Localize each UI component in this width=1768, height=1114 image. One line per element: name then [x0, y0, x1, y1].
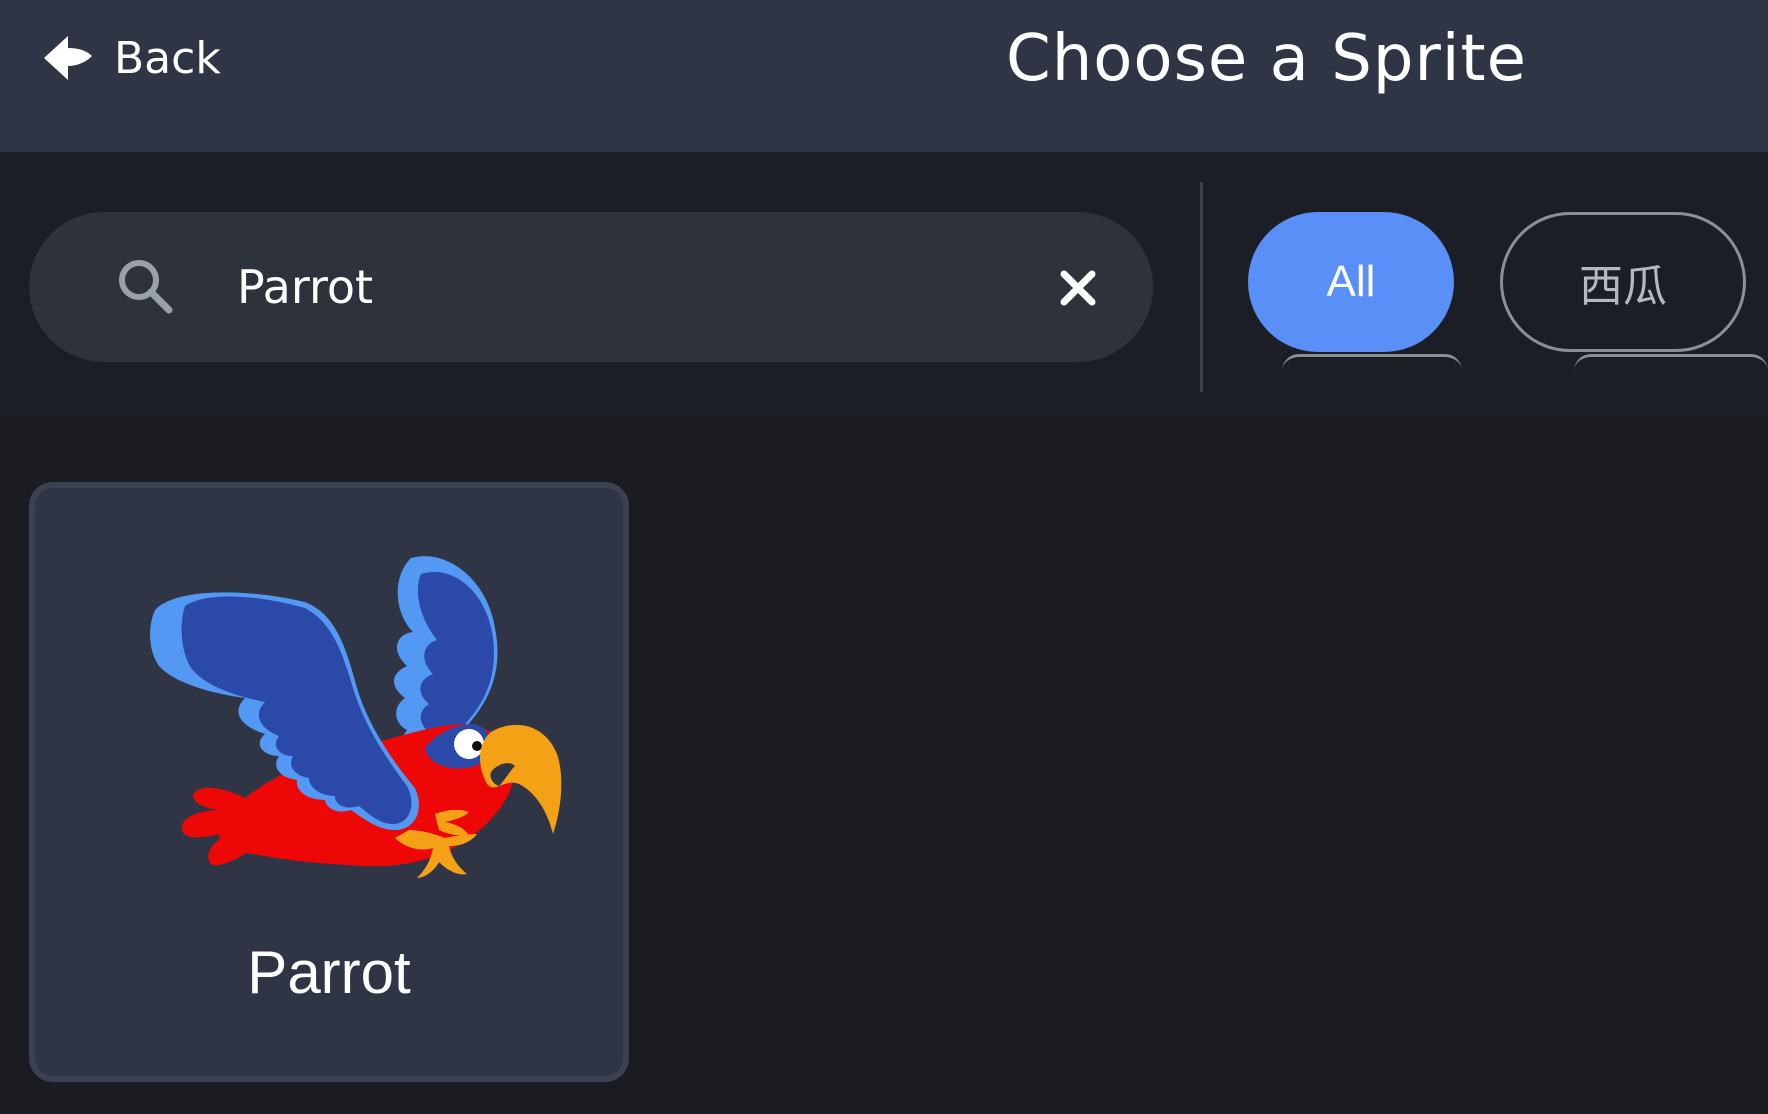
filter-chip-label: All	[1326, 257, 1376, 306]
sprite-name: Parrot	[247, 939, 411, 1006]
sprite-card-parrot[interactable]: Parrot	[29, 482, 629, 1082]
search-bar[interactable]	[29, 212, 1153, 362]
filter-chip-watermelon[interactable]: 西瓜	[1500, 212, 1746, 352]
parrot-image	[150, 556, 562, 878]
arrow-left-icon	[44, 36, 92, 80]
search-icon	[119, 260, 173, 314]
chip-shadow	[1282, 354, 1462, 371]
back-underline	[36, 118, 206, 121]
search-input[interactable]	[209, 252, 957, 322]
filter-chip-all[interactable]: All	[1248, 212, 1454, 352]
filter-chip-label: 西瓜	[1579, 262, 1667, 311]
close-icon[interactable]	[1056, 266, 1100, 310]
search-toolbar: All 西瓜	[0, 152, 1768, 422]
chip-shadow	[1574, 354, 1768, 371]
sprite-grid: Parrot	[0, 422, 1768, 1114]
page-title: Choose a Sprite	[1006, 22, 1527, 96]
top-header: Back Choose a Sprite	[0, 0, 1768, 152]
back-button[interactable]: Back	[40, 28, 221, 88]
back-label: Back	[114, 32, 221, 84]
toolbar-divider	[1200, 182, 1203, 392]
